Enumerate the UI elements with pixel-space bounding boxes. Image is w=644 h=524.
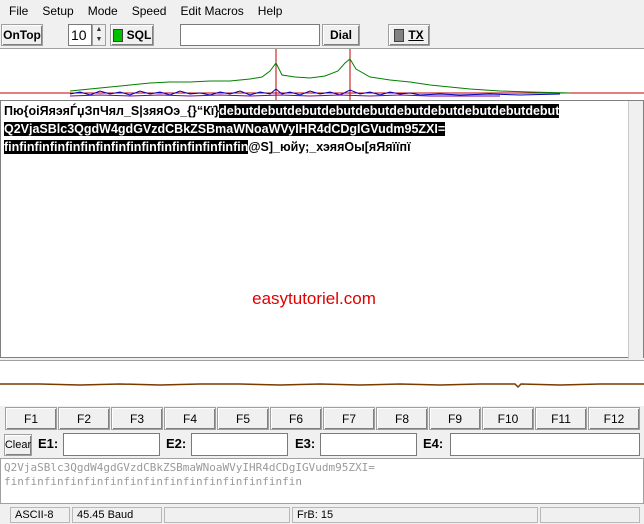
status-empty-2 — [540, 507, 640, 523]
f7-button[interactable]: F7 — [323, 407, 375, 430]
sql-led-icon — [113, 29, 123, 42]
scope-graph — [0, 361, 644, 407]
scope-trace — [0, 384, 644, 387]
tx-line-2: finfinfinfinfinfinfinfinfinfinfinfinfinf… — [4, 475, 640, 489]
e3-field[interactable] — [320, 433, 417, 456]
status-empty-1 — [164, 507, 290, 523]
sql-label: SQL — [127, 28, 152, 42]
squelch-level-input[interactable]: 10 — [68, 24, 92, 46]
status-bar: ASCII-8 45.45 Baud FrB: 15 — [0, 505, 644, 524]
f2-button[interactable]: F2 — [58, 407, 110, 430]
receive-text-area[interactable]: Пю{oiЯяэяЃџЗп Чял_S|зяяОэ_{}“Кї}debutdeb… — [0, 100, 644, 358]
charset-status[interactable]: ASCII-8 — [10, 507, 70, 523]
spin-down-icon[interactable]: ▼ — [93, 35, 105, 45]
tx-button[interactable]: TX — [388, 24, 430, 46]
f4-button[interactable]: F4 — [164, 407, 216, 430]
ontop-button[interactable]: OnTop — [1, 24, 43, 46]
tx-label: TX — [408, 28, 423, 42]
f3-button[interactable]: F3 — [111, 407, 163, 430]
watermark-text: easytutoriel.com — [1, 289, 627, 309]
sql-button[interactable]: SQL — [110, 24, 154, 46]
clear-button[interactable]: Clear — [4, 434, 32, 456]
squelch-stepper[interactable]: ▲ ▼ — [92, 24, 106, 46]
rx-line-3: finfinfinfinfinfinfinfinfinfinfinfinfinf… — [4, 140, 411, 155]
call-input[interactable] — [180, 24, 320, 46]
f8-button[interactable]: F8 — [376, 407, 428, 430]
transmit-text-area[interactable]: Q2VjaSBlc3QgdW4gdGVzdCBkZSBmaWNoaWVyIHR4… — [0, 458, 644, 504]
tx-led-icon — [394, 29, 404, 42]
e3-label: E3: — [295, 436, 315, 451]
menu-mode[interactable]: Mode — [81, 0, 125, 22]
f5-button[interactable]: F5 — [217, 407, 269, 430]
rx-line-2: Q2VjaSBlc3QgdW4gdGVzdCBkZSBmaWNoaWVyIHR4… — [4, 122, 445, 137]
macro-fields-bar: Clear E1: E2: E3: E4: — [0, 432, 644, 458]
e4-field[interactable] — [450, 433, 640, 456]
tx-line-1: Q2VjaSBlc3QgdW4gdGVzdCBkZSBmaWNoaWVyIHR4… — [4, 461, 640, 475]
rx-highlighted-text: Q2VjaSBlc3QgdW4gdGVzdCBkZSBmaWNoaWVyIHR4… — [4, 122, 445, 136]
baud-status[interactable]: 45.45 Baud — [72, 507, 162, 523]
rx-line-1: Пю{oiЯяэяЃџЗп Чял_S|зяяОэ_{}“Кї}debutdeb… — [4, 104, 559, 119]
e2-label: E2: — [166, 436, 186, 451]
rx-scrollbar[interactable] — [628, 101, 643, 359]
spin-up-icon[interactable]: ▲ — [93, 25, 105, 35]
frb-status: FrB: 15 — [292, 507, 538, 523]
f10-button[interactable]: F10 — [482, 407, 534, 430]
spectrum-graph — [0, 49, 644, 101]
menu-setup[interactable]: Setup — [35, 0, 80, 22]
spectrum-display[interactable] — [0, 48, 644, 100]
f11-button[interactable]: F11 — [535, 407, 587, 430]
e4-label: E4: — [423, 436, 443, 451]
rx-highlighted-text: debutdebutdebutdebutdebutdebutdebutdebut… — [219, 104, 559, 118]
tuning-scope — [0, 360, 644, 406]
f1-button[interactable]: F1 — [5, 407, 57, 430]
menu-speed[interactable]: Speed — [125, 0, 174, 22]
f9-button[interactable]: F9 — [429, 407, 481, 430]
f6-button[interactable]: F6 — [270, 407, 322, 430]
e2-field[interactable] — [191, 433, 288, 456]
menu-bar: File Setup Mode Speed Edit Macros Help — [0, 0, 644, 22]
rx-garbled-text: @S]_юйу;_хэяяОы[яЯяїїпї — [248, 140, 410, 154]
spectrum-trace-green — [70, 59, 570, 93]
rx-highlighted-text: finfinfinfinfinfinfinfinfinfinfinfinfinf… — [4, 140, 248, 154]
dial-button[interactable]: Dial — [322, 24, 360, 46]
toolbar: OnTop 10 ▲ ▼ SQL Dial TX — [0, 22, 644, 48]
e1-field[interactable] — [63, 433, 160, 456]
menu-file[interactable]: File — [2, 0, 35, 22]
menu-help[interactable]: Help — [251, 0, 290, 22]
e1-label: E1: — [38, 436, 58, 451]
function-keys-bar: F1 F2 F3 F4 F5 F6 F7 F8 F9 F10 F11 F12 — [0, 407, 644, 431]
f12-button[interactable]: F12 — [588, 407, 640, 430]
menu-edit-macros[interactable]: Edit Macros — [173, 0, 250, 22]
rx-garbled-text: Пю{oiЯяэяЃџЗп Чял_S|зяяОэ_{}“Кї} — [4, 104, 219, 118]
spectrum-trace-purple — [70, 95, 500, 96]
